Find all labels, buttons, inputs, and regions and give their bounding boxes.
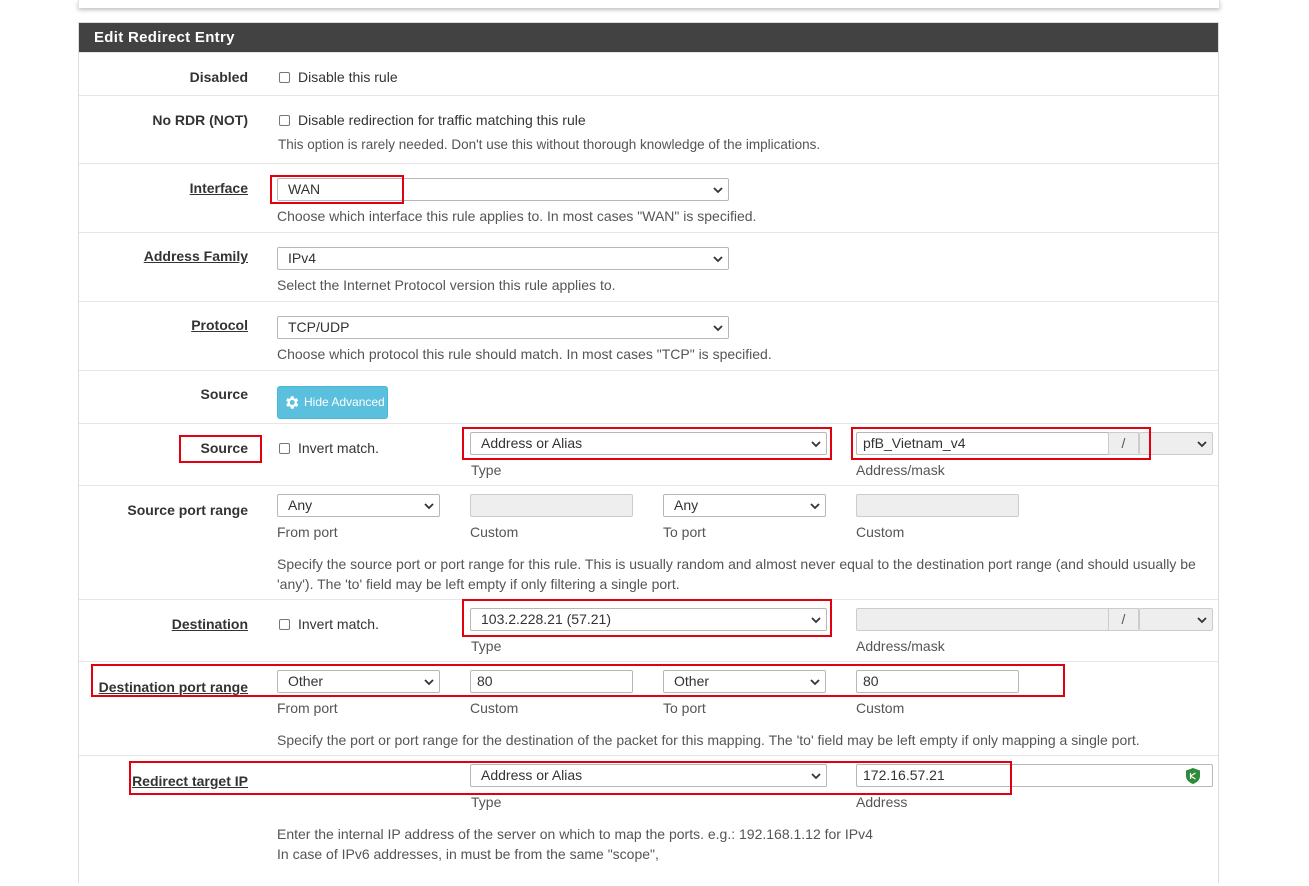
nordr-text: Disable redirection for traffic matching…: [298, 112, 586, 128]
destination-type-caption: Type: [471, 638, 502, 654]
source-advanced-label: Source: [200, 386, 248, 402]
chevron-down-icon: [1197, 617, 1207, 624]
dest-to-port-caption: To port: [663, 700, 706, 716]
source-to-port-select[interactable]: Any: [663, 494, 826, 517]
dest-from-port-caption: From port: [277, 700, 338, 716]
source-invert-checkbox[interactable]: [279, 443, 290, 454]
hide-advanced-text: Hide Advanced: [304, 395, 385, 409]
highlight-source-label: [179, 435, 262, 463]
source-to-custom-caption: Custom: [856, 524, 905, 540]
chevron-down-icon: [810, 503, 820, 510]
row-interface: Interface WAN Choose which interface thi…: [79, 163, 1218, 233]
gear-icon: [286, 396, 299, 409]
protocol-help: Choose which protocol this rule should m…: [277, 346, 772, 362]
source-to-port-caption: To port: [663, 524, 706, 540]
redirect-address-caption: Address: [856, 794, 908, 810]
nordr-checkbox[interactable]: [279, 115, 290, 126]
source-port-label: Source port range: [127, 502, 248, 518]
highlight-destination-port-range: [91, 664, 1065, 697]
destination-address-input[interactable]: [856, 608, 1109, 631]
disabled-label: Disabled: [189, 69, 248, 85]
dest-port-help: Specify the port or port range for the d…: [277, 732, 1140, 748]
shield-icon: [1186, 768, 1200, 784]
chevron-down-icon: [713, 187, 723, 194]
highlight-interface: [270, 175, 404, 204]
source-from-port-caption: From port: [277, 524, 338, 540]
highlight-source-type: [462, 427, 832, 460]
protocol-select[interactable]: TCP/UDP: [277, 316, 729, 339]
interface-help: Choose which interface this rule applies…: [277, 208, 757, 224]
source-port-help-1: Specify the source port or port range fo…: [277, 556, 1196, 572]
destination-invert-text: Invert match.: [298, 616, 379, 632]
source-address-caption: Address/mask: [856, 462, 945, 478]
nordr-label: No RDR (NOT): [152, 112, 248, 128]
destination-mask-select[interactable]: [1139, 608, 1213, 631]
destination-slash: /: [1108, 608, 1139, 631]
disable-rule-text: Disable this rule: [298, 69, 398, 85]
address-family-value: IPv4: [288, 250, 317, 266]
top-panel-edge: [78, 0, 1220, 8]
row-source-port: Source port range Any From port Custom A…: [79, 485, 1218, 600]
destination-label: Destination: [171, 616, 248, 632]
protocol-label: Protocol: [191, 317, 248, 333]
source-port-help-2: 'any'). The 'to' field may be left empty…: [277, 576, 680, 592]
row-protocol: Protocol TCP/UDP Choose which protocol t…: [79, 301, 1218, 371]
highlight-destination-type: [462, 599, 832, 637]
redirect-help-1: Enter the internal IP address of the ser…: [277, 826, 873, 842]
address-family-label: Address Family: [143, 248, 248, 264]
row-disabled: Disabled Disable this rule: [79, 52, 1218, 96]
redirect-help-2: In case of IPv6 addresses, in must be fr…: [277, 846, 659, 862]
source-from-custom-input[interactable]: [470, 494, 633, 517]
source-from-port-select[interactable]: Any: [277, 494, 440, 517]
chevron-down-icon: [713, 325, 723, 332]
destination-address-caption: Address/mask: [856, 638, 945, 654]
source-to-custom-input[interactable]: [856, 494, 1019, 517]
panel-title: Edit Redirect Entry: [79, 23, 1218, 52]
source-type-caption: Type: [471, 462, 502, 478]
dest-to-custom-caption: Custom: [856, 700, 905, 716]
row-nordr: No RDR (NOT) Disable redirection for tra…: [79, 95, 1218, 164]
row-source-advanced: Source Hide Advanced: [79, 370, 1218, 424]
address-family-select[interactable]: IPv4: [277, 247, 729, 270]
highlight-source-address: [851, 427, 1151, 460]
address-family-help: Select the Internet Protocol version thi…: [277, 277, 616, 293]
dest-from-custom-caption: Custom: [470, 700, 519, 716]
chevron-down-icon: [713, 256, 723, 263]
source-from-custom-caption: Custom: [470, 524, 519, 540]
nordr-help: This option is rarely needed. Don't use …: [278, 137, 821, 152]
chevron-down-icon: [424, 503, 434, 510]
destination-invert-checkbox[interactable]: [279, 619, 290, 630]
source-from-port-value: Any: [288, 497, 313, 513]
source-to-port-value: Any: [674, 497, 699, 513]
interface-label: Interface: [189, 180, 248, 196]
highlight-redirect-target: [129, 761, 1012, 795]
protocol-value: TCP/UDP: [288, 319, 350, 335]
hide-advanced-button[interactable]: Hide Advanced: [277, 386, 388, 419]
source-invert-text: Invert match.: [298, 440, 379, 456]
chevron-down-icon: [1197, 441, 1207, 448]
disable-rule-checkbox[interactable]: [279, 72, 290, 83]
row-address-family: Address Family IPv4 Select the Internet …: [79, 232, 1218, 302]
redirect-type-caption: Type: [471, 794, 502, 810]
